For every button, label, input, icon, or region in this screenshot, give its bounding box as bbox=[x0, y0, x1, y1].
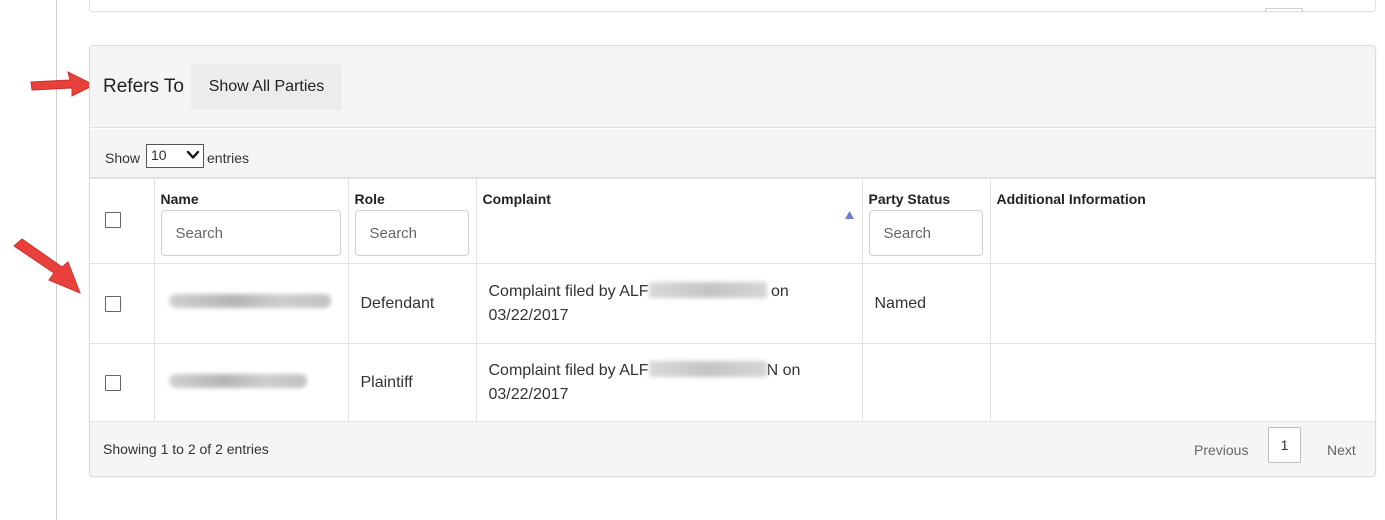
party-status-cell: Named bbox=[861, 263, 991, 344]
role-cell: Defendant bbox=[347, 263, 477, 344]
column-header-complaint[interactable]: Complaint bbox=[475, 178, 863, 264]
additional-information-cell bbox=[989, 343, 1375, 423]
entries-length-value: 10 bbox=[151, 147, 167, 163]
row-select-cell bbox=[90, 343, 155, 423]
complaint-suffix: N on bbox=[766, 362, 801, 379]
column-label: Name bbox=[160, 191, 199, 207]
row-checkbox[interactable] bbox=[105, 375, 121, 391]
entries-length-select[interactable]: 10 bbox=[146, 144, 204, 168]
table-row[interactable]: Defendant Complaint filed by ALF on 03/2… bbox=[90, 263, 1375, 344]
parties-table: Name Role Complaint Party Status bbox=[90, 178, 1375, 423]
column-label: Party Status bbox=[868, 191, 951, 207]
complaint-cell: Complaint filed by ALF N on 03/22/2017 bbox=[475, 343, 863, 423]
show-label: Show bbox=[105, 150, 141, 166]
redacted-party-name bbox=[168, 373, 307, 388]
complaint-suffix: on bbox=[766, 282, 789, 300]
row-checkbox[interactable] bbox=[105, 295, 121, 312]
party-status-cell bbox=[861, 343, 991, 423]
column-header-name[interactable]: Name bbox=[153, 178, 349, 264]
column-header-additional-information[interactable]: Additional Information bbox=[989, 178, 1375, 264]
party-status-text: Named bbox=[874, 294, 927, 312]
name-search-input[interactable] bbox=[160, 210, 341, 256]
table-info: Showing 1 to 2 of 2 entries bbox=[103, 441, 269, 457]
column-label: Role bbox=[354, 191, 385, 207]
column-header-party-status[interactable]: Party Status bbox=[861, 178, 991, 264]
additional-information-cell bbox=[989, 263, 1375, 344]
role-search-input[interactable] bbox=[354, 210, 469, 256]
entries-label: entries bbox=[207, 150, 250, 166]
table-row[interactable]: Plaintiff Complaint filed by ALF N on 03/… bbox=[90, 343, 1375, 423]
redacted-filer-name bbox=[648, 281, 767, 298]
role-text: Plaintiff bbox=[360, 374, 413, 391]
complaint-date: 03/22/2017 bbox=[488, 306, 569, 324]
previous-panel-edge bbox=[89, 0, 1376, 12]
party-status-search-input[interactable] bbox=[868, 210, 983, 256]
panel-header: Refers To Show All Parties bbox=[90, 46, 1375, 128]
previous-page-button[interactable]: Previous bbox=[1194, 442, 1248, 458]
sort-ascending-icon bbox=[844, 211, 854, 219]
complaint-text: Complaint filed by ALF on 03/22/2017 bbox=[477, 280, 862, 328]
complaint-text: Complaint filed by ALF N on 03/22/2017 bbox=[477, 359, 862, 407]
role-cell: Plaintiff bbox=[347, 343, 477, 423]
column-label: Additional Information bbox=[996, 191, 1146, 207]
column-header-role[interactable]: Role bbox=[347, 178, 477, 264]
page-1-button[interactable]: 1 bbox=[1268, 427, 1301, 463]
party-name-cell bbox=[153, 263, 349, 344]
table-header-row: Name Role Complaint Party Status bbox=[90, 178, 1375, 264]
red-arrow-icon bbox=[30, 71, 96, 97]
select-all-checkbox[interactable] bbox=[105, 212, 121, 228]
entries-length-bar: Show 10 entries bbox=[90, 129, 1375, 178]
redacted-party-name bbox=[168, 294, 331, 308]
row-select-cell bbox=[90, 263, 155, 344]
column-label: Complaint bbox=[482, 191, 551, 207]
refers-to-panel: Refers To Show All Parties Show 10 entri… bbox=[89, 45, 1376, 477]
refers-to-title: Refers To bbox=[103, 76, 184, 97]
complaint-prefix: Complaint filed by ALF bbox=[488, 282, 649, 300]
party-name-cell bbox=[153, 343, 349, 423]
next-page-button[interactable]: Next bbox=[1327, 442, 1356, 458]
role-text: Defendant bbox=[360, 294, 435, 312]
red-arrow-icon bbox=[13, 238, 81, 294]
complaint-prefix: Complaint filed by ALF bbox=[488, 362, 649, 379]
complaint-cell: Complaint filed by ALF on 03/22/2017 bbox=[475, 263, 863, 344]
redacted-filer-name bbox=[648, 361, 767, 377]
complaint-date: 03/22/2017 bbox=[488, 386, 569, 403]
chevron-down-icon bbox=[186, 150, 200, 159]
select-all-cell bbox=[90, 178, 155, 264]
previous-panel-control bbox=[1265, 8, 1303, 12]
table-footer: Showing 1 to 2 of 2 entries Previous 1 N… bbox=[90, 421, 1375, 476]
show-all-parties-button[interactable]: Show All Parties bbox=[191, 64, 342, 110]
